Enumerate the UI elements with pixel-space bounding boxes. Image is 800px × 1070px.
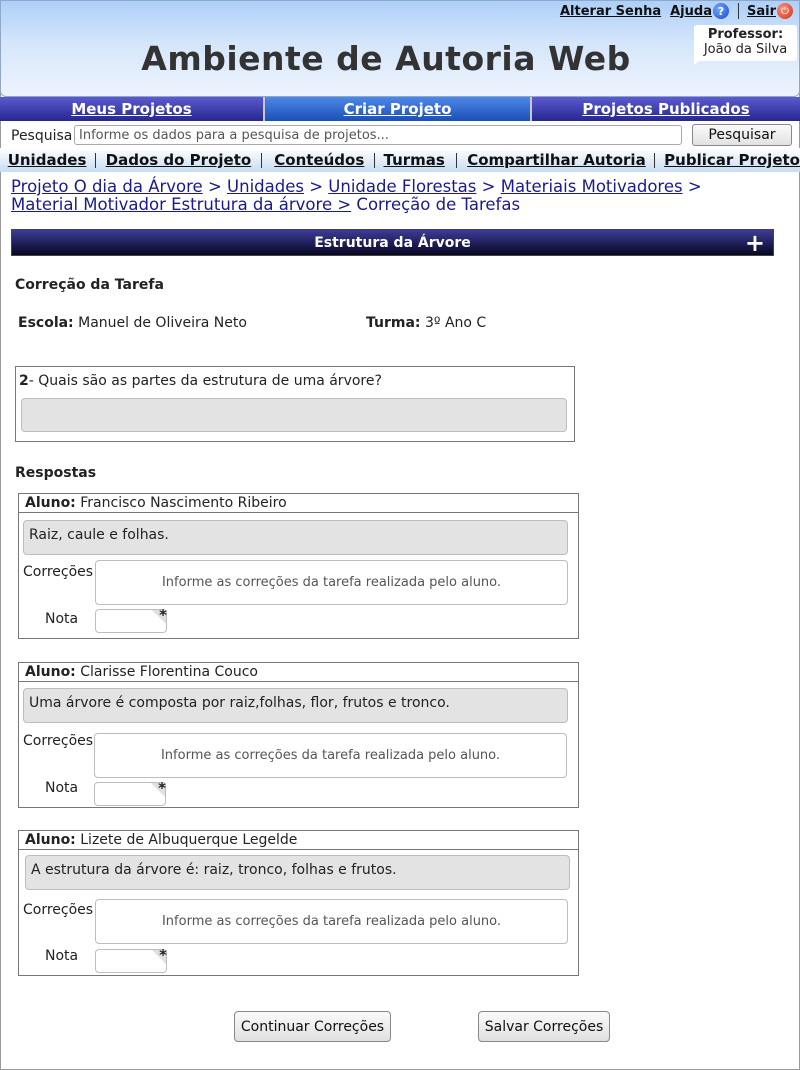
respostas-heading: Respostas	[15, 465, 97, 481]
turma-label: Turma:	[366, 315, 421, 331]
search-input[interactable]	[74, 125, 682, 145]
breadcrumb-separator: >	[207, 177, 222, 196]
aluno-name: Lizete de Albuquerque Legelde	[80, 832, 298, 848]
subnav-turmas[interactable]: Turmas	[384, 151, 445, 169]
divider	[94, 152, 96, 168]
sub-nav: Unidades Dados do Projeto Conteúdos Turm…	[0, 148, 800, 172]
breadcrumb-current: Correção de Tarefas	[356, 195, 521, 214]
plus-icon[interactable]: +	[745, 231, 765, 255]
subnav-conteudos[interactable]: Conteúdos	[274, 151, 364, 169]
required-asterisk: *	[159, 606, 167, 624]
divider	[455, 152, 457, 168]
turma-info: Turma: 3º Ano C	[366, 315, 486, 331]
breadcrumb-separator: >	[687, 177, 702, 196]
section-header[interactable]: Estrutura da Árvore +	[11, 229, 774, 256]
nav-tab-meus-projetos[interactable]: Meus Projetos	[0, 97, 265, 121]
nav-tab-criar-projeto[interactable]: Criar Projeto	[265, 97, 532, 121]
main-nav: Meus Projetos Criar Projeto Projetos Pub…	[0, 97, 800, 121]
question-answer-area	[21, 398, 567, 432]
aluno-label: Aluno:	[25, 664, 76, 680]
save-corrections-button[interactable]: Salvar Correções	[478, 1011, 610, 1042]
nota-label: Nota	[45, 780, 79, 796]
correcoes-field[interactable]: Informe as correções da tarefa realizada…	[95, 560, 568, 605]
correcoes-label: Correções	[23, 902, 94, 918]
help-icon[interactable]: ?	[712, 3, 729, 19]
continue-corrections-button[interactable]: Continuar Correções	[234, 1011, 391, 1042]
top-links: Alterar Senha Ajuda ? Sair ⏻	[560, 3, 793, 19]
correcoes-label: Correções	[23, 733, 94, 749]
escola-info: Escola: Manuel de Oliveira Neto	[18, 315, 247, 331]
question-text: 2- Quais são as partes da estrutura de u…	[19, 373, 382, 389]
aluno-label: Aluno:	[25, 495, 76, 511]
app-header: Ambiente de Autoria Web Alterar Senha Aj…	[0, 0, 800, 97]
page-heading: Correção da Tarefa	[15, 277, 164, 293]
nota-label: Nota	[45, 948, 79, 964]
breadcrumb-link-unidade-florestas[interactable]: Unidade Florestas	[328, 177, 476, 196]
speech-tail	[694, 59, 702, 65]
breadcrumb-link-projeto[interactable]: Projeto O dia da Árvore	[11, 177, 203, 196]
answer-card: Aluno: Lizete de Albuquerque Legelde A e…	[18, 830, 579, 976]
divider	[373, 152, 375, 168]
correcoes-label: Correções	[23, 564, 94, 580]
answer-card: Aluno: Francisco Nascimento Ribeiro Raiz…	[18, 493, 579, 639]
required-asterisk: *	[159, 946, 167, 964]
professor-badge: Professor: João da Silva	[694, 25, 797, 61]
student-answer: Raiz, caule e folhas.	[23, 520, 568, 555]
breadcrumb-separator: >	[309, 177, 324, 196]
search-bar: Pesquisa Pesquisar	[0, 122, 800, 148]
section-title: Estrutura da Árvore	[314, 234, 471, 251]
escola-value: Manuel de Oliveira Neto	[78, 315, 247, 331]
correcoes-field[interactable]: Informe as correções da tarefa realizada…	[95, 899, 568, 944]
help-link[interactable]: Ajuda	[670, 4, 712, 19]
search-button[interactable]: Pesquisar	[692, 124, 792, 146]
question-label: Quais são as partes da estrutura de uma …	[38, 373, 382, 389]
breadcrumb-link-unidades[interactable]: Unidades	[227, 177, 304, 196]
student-answer: A estrutura da árvore é: raiz, tronco, f…	[25, 855, 570, 890]
turma-value: 3º Ano C	[424, 315, 487, 331]
nota-field[interactable]: *	[94, 779, 166, 806]
professor-label: Professor:	[707, 27, 784, 42]
app-title: Ambiente de Autoria Web	[141, 39, 631, 78]
nav-tab-projetos-publicados[interactable]: Projetos Publicados	[532, 97, 800, 121]
card-header: Aluno: Lizete de Albuquerque Legelde	[19, 831, 578, 850]
subnav-unidades[interactable]: Unidades	[8, 151, 87, 169]
search-label: Pesquisa	[11, 128, 73, 144]
card-header: Aluno: Francisco Nascimento Ribeiro	[19, 494, 578, 513]
breadcrumb-link-material-motivador[interactable]: Material Motivador Estrutura da árvore	[11, 195, 332, 214]
breadcrumb-link-materiais-motivadores[interactable]: Materiais Motivadores	[501, 177, 683, 196]
subnav-compartilhar-autoria[interactable]: Compartilhar Autoria	[467, 151, 646, 169]
nota-field[interactable]: *	[95, 946, 167, 973]
breadcrumb-separator: >	[481, 177, 496, 196]
change-password-link[interactable]: Alterar Senha	[560, 4, 661, 19]
correcoes-field[interactable]: Informe as correções da tarefa realizada…	[94, 733, 567, 778]
escola-label: Escola:	[18, 315, 74, 331]
aluno-name: Francisco Nascimento Ribeiro	[80, 495, 287, 511]
question-box: 2- Quais são as partes da estrutura de u…	[15, 366, 575, 442]
logout-link[interactable]: Sair	[747, 4, 776, 19]
divider	[654, 152, 655, 168]
professor-name: João da Silva	[703, 42, 788, 57]
subnav-dados-do-projeto[interactable]: Dados do Projeto	[106, 151, 252, 169]
subnav-publicar-projeto[interactable]: Publicar Projeto	[664, 151, 800, 169]
nota-label: Nota	[45, 611, 79, 627]
question-number: 2	[19, 373, 29, 389]
nota-field[interactable]: *	[95, 606, 167, 633]
required-asterisk: *	[158, 779, 166, 797]
answer-card: Aluno: Clarisse Florentina Couco Uma árv…	[18, 662, 579, 808]
student-answer: Uma árvore é composta por raiz,folhas, f…	[23, 688, 568, 723]
divider	[737, 3, 739, 19]
breadcrumb-separator: >	[332, 195, 352, 214]
card-header: Aluno: Clarisse Florentina Couco	[19, 663, 578, 682]
aluno-label: Aluno:	[25, 832, 76, 848]
divider	[261, 152, 262, 168]
aluno-name: Clarisse Florentina Couco	[80, 664, 258, 680]
breadcrumb: Projeto O dia da Árvore > Unidades > Uni…	[11, 178, 731, 214]
power-icon[interactable]: ⏻	[777, 3, 793, 19]
